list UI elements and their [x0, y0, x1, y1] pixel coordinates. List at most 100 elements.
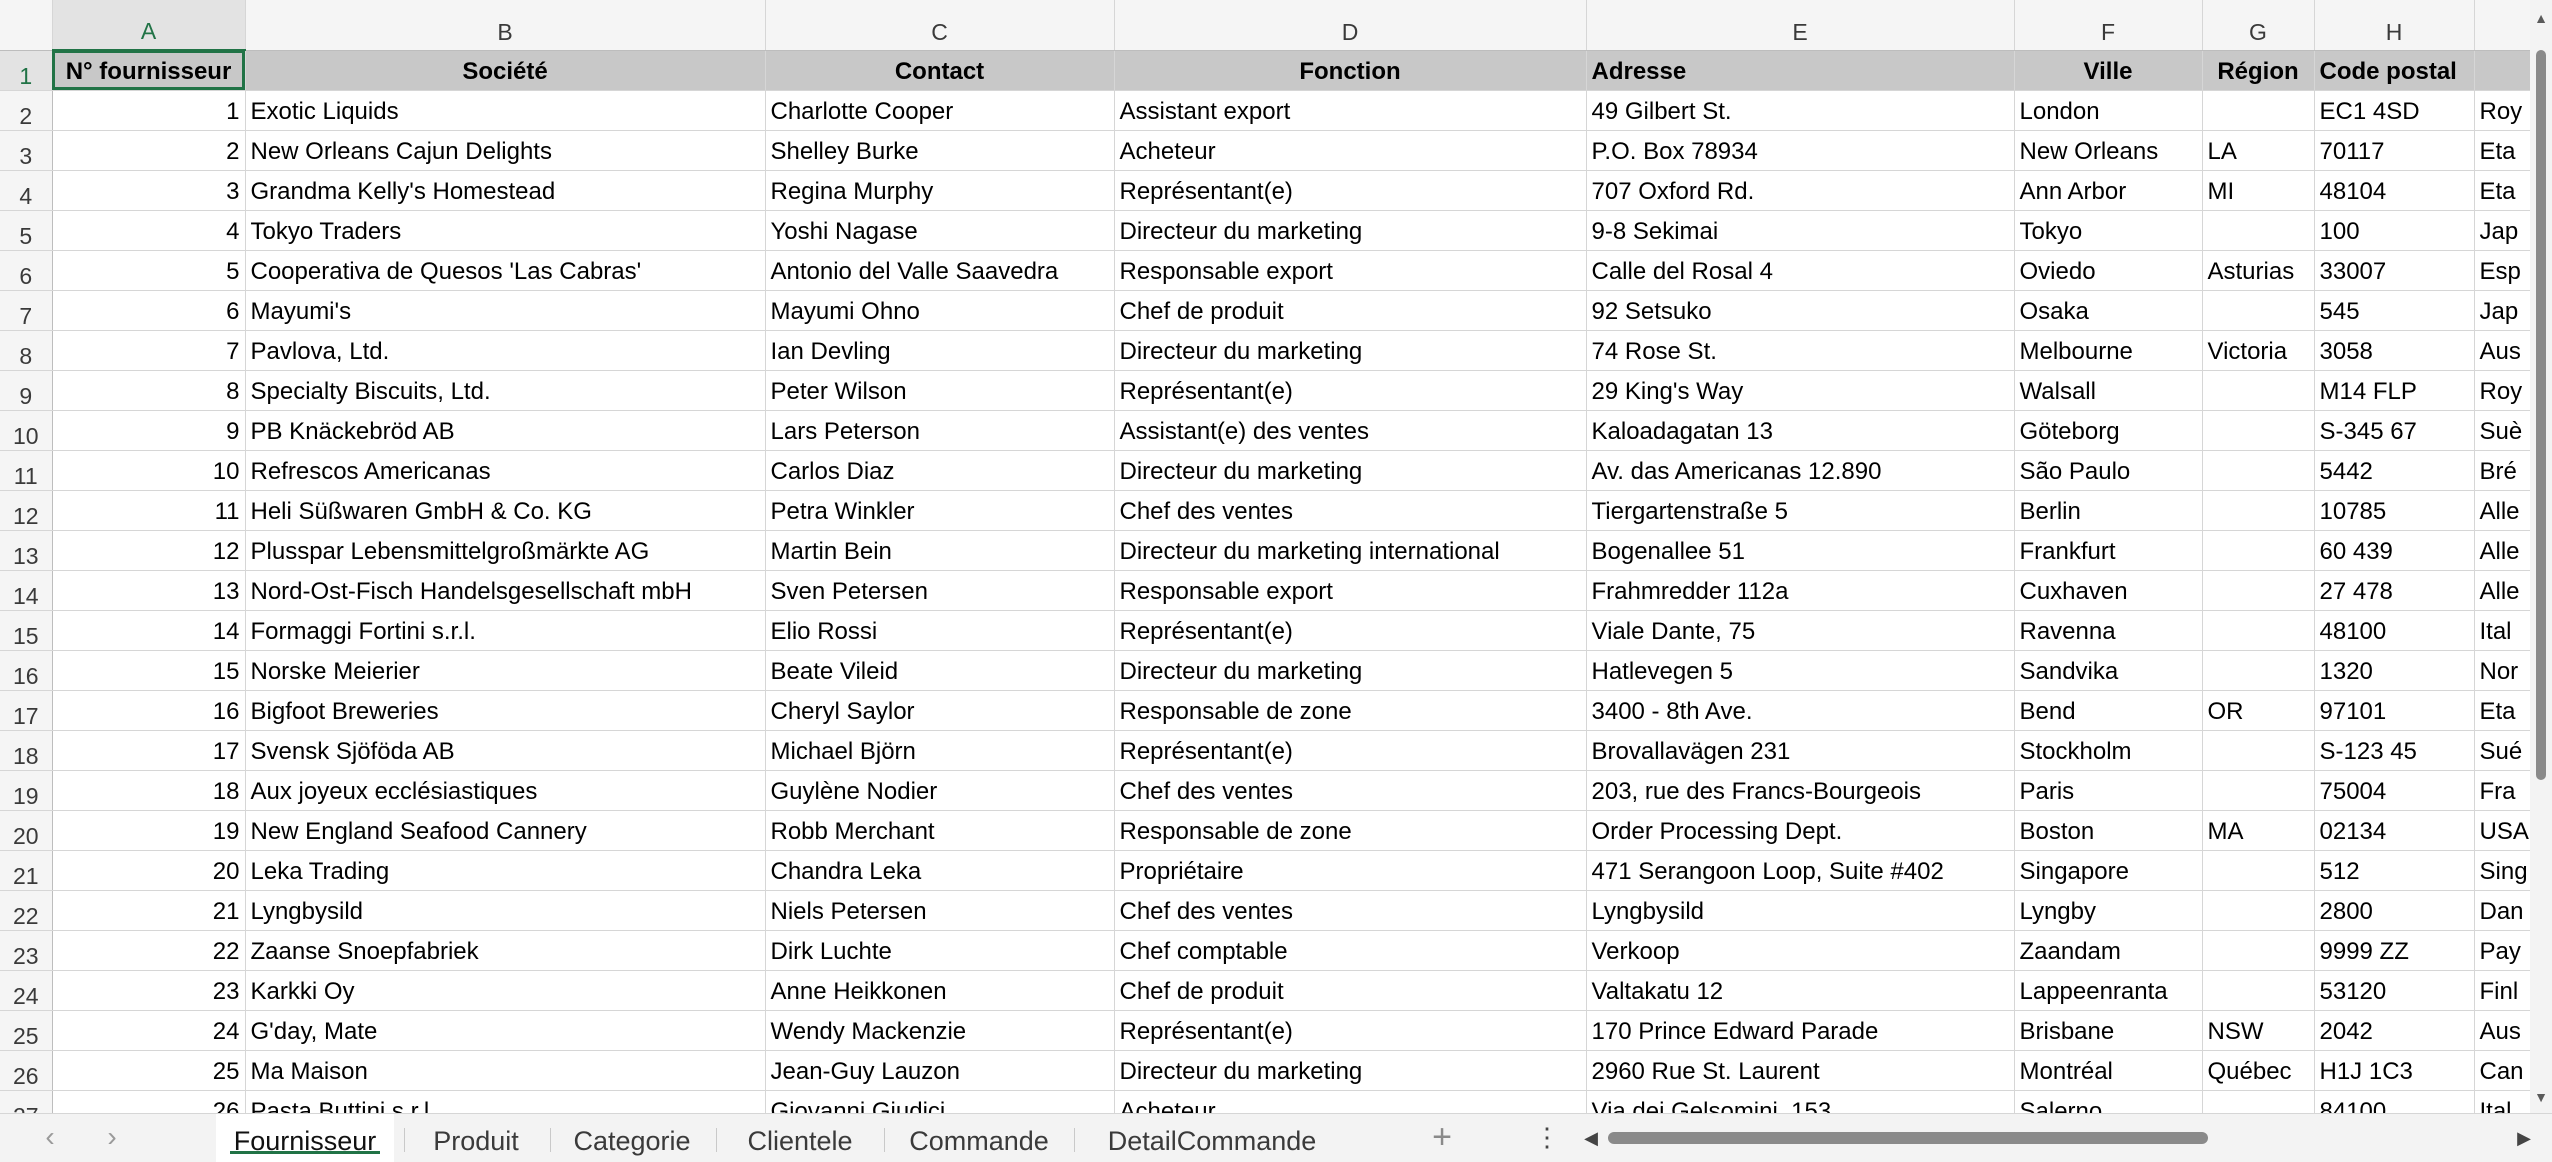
column-header-h[interactable]: H [2314, 0, 2475, 51]
cell[interactable]: Kaloadagatan 13 [1586, 410, 2015, 451]
cell[interactable]: 5442 [2314, 450, 2475, 491]
cell[interactable]: Propriétaire [1114, 850, 1587, 891]
vertical-scrollbar[interactable]: ▲ ▼ [2530, 0, 2552, 1113]
cell[interactable]: Heli Süßwaren GmbH & Co. KG [245, 490, 766, 531]
cell[interactable]: Niels Petersen [765, 890, 1115, 931]
cell[interactable] [2202, 450, 2315, 491]
cell[interactable]: Chef de produit [1114, 970, 1587, 1011]
cell[interactable]: H1J 1C3 [2314, 1050, 2475, 1091]
cell[interactable]: Aus [2474, 1010, 2530, 1051]
cell[interactable]: 74 Rose St. [1586, 330, 2015, 371]
tab-commande[interactable]: Commande [890, 1114, 1068, 1162]
cell[interactable]: 2800 [2314, 890, 2475, 931]
row-header[interactable]: 14 [0, 570, 53, 611]
cell[interactable]: 23 [52, 970, 246, 1011]
cell[interactable]: Mayumi Ohno [765, 290, 1115, 331]
cell[interactable] [2202, 530, 2315, 571]
cell[interactable]: Aus [2474, 330, 2530, 371]
cell[interactable]: Oviedo [2014, 250, 2203, 291]
cell[interactable] [2202, 650, 2315, 691]
cell[interactable]: Représentant(e) [1114, 170, 1587, 211]
cell[interactable]: Eta [2474, 170, 2530, 211]
cell[interactable]: 2 [52, 130, 246, 171]
column-header-d[interactable]: D [1114, 0, 1587, 51]
cell[interactable]: Lyngbysild [245, 890, 766, 931]
cell[interactable]: 21 [52, 890, 246, 931]
cell[interactable]: 49 Gilbert St. [1586, 90, 2015, 131]
cell[interactable]: Victoria [2202, 330, 2315, 371]
row-header[interactable]: 3 [0, 130, 53, 171]
cell[interactable]: Représentant(e) [1114, 730, 1587, 771]
cell[interactable]: 6 [52, 290, 246, 331]
vertical-scroll-thumb[interactable] [2536, 50, 2546, 780]
row-header[interactable]: 20 [0, 810, 53, 851]
next-sheet-icon[interactable]: › [92, 1120, 132, 1156]
cell[interactable]: 27 478 [2314, 570, 2475, 611]
cell[interactable]: Specialty Biscuits, Ltd. [245, 370, 766, 411]
cell[interactable]: Sandvika [2014, 650, 2203, 691]
cell[interactable]: São Paulo [2014, 450, 2203, 491]
cell[interactable]: PB Knäckebröd AB [245, 410, 766, 451]
cell[interactable]: Ma Maison [245, 1050, 766, 1091]
cell[interactable] [2202, 490, 2315, 531]
row-header[interactable]: 18 [0, 730, 53, 771]
cell[interactable]: Cheryl Saylor [765, 690, 1115, 731]
cell[interactable]: Québec [2202, 1050, 2315, 1091]
cell[interactable]: 18 [52, 770, 246, 811]
cell[interactable]: Représentant(e) [1114, 1010, 1587, 1051]
cell[interactable]: 3058 [2314, 330, 2475, 371]
cell[interactable]: Can [2474, 1050, 2530, 1091]
cell[interactable]: 1 [52, 90, 246, 131]
cell[interactable]: NSW [2202, 1010, 2315, 1051]
cell[interactable]: Grandma Kelly's Homestead [245, 170, 766, 211]
cell[interactable]: Berlin [2014, 490, 2203, 531]
cell[interactable]: Karkki Oy [245, 970, 766, 1011]
cell[interactable]: 20 [52, 850, 246, 891]
cell[interactable]: Paris [2014, 770, 2203, 811]
row-header[interactable]: 8 [0, 330, 53, 371]
cell[interactable] [2202, 930, 2315, 971]
cell[interactable]: Cooperativa de Quesos 'Las Cabras' [245, 250, 766, 291]
cell[interactable]: 19 [52, 810, 246, 851]
header-cell[interactable]: Fonction [1114, 50, 1587, 91]
cell[interactable]: 53120 [2314, 970, 2475, 1011]
row-header[interactable]: 11 [0, 450, 53, 491]
cell[interactable]: 14 [52, 610, 246, 651]
column-header-partial[interactable] [2474, 0, 2530, 51]
row-header[interactable]: 7 [0, 290, 53, 331]
cell[interactable]: Roy [2474, 90, 2530, 131]
cell[interactable]: 2960 Rue St. Laurent [1586, 1050, 2015, 1091]
cell[interactable]: 15 [52, 650, 246, 691]
cell[interactable]: Peter Wilson [765, 370, 1115, 411]
cell[interactable]: Plusspar Lebensmittelgroßmärkte AG [245, 530, 766, 571]
row-header[interactable]: 19 [0, 770, 53, 811]
tab-detailcommande[interactable]: DetailCommande [1080, 1114, 1344, 1162]
cell[interactable]: Exotic Liquids [245, 90, 766, 131]
cell[interactable]: Brisbane [2014, 1010, 2203, 1051]
cell[interactable]: 9999 ZZ [2314, 930, 2475, 971]
cell[interactable]: 7 [52, 330, 246, 371]
cell[interactable]: 92 Setsuko [1586, 290, 2015, 331]
cell[interactable]: 5 [52, 250, 246, 291]
cell[interactable]: 100 [2314, 210, 2475, 251]
cell[interactable]: 3400 - 8th Ave. [1586, 690, 2015, 731]
cell[interactable]: S-123 45 [2314, 730, 2475, 771]
cell[interactable]: 10785 [2314, 490, 2475, 531]
cell[interactable]: 13 [52, 570, 246, 611]
tab-fournisseur[interactable]: Fournisseur [216, 1114, 394, 1162]
row-header[interactable]: 6 [0, 250, 53, 291]
cell[interactable]: Chandra Leka [765, 850, 1115, 891]
cell[interactable] [2202, 970, 2315, 1011]
row-header[interactable]: 9 [0, 370, 53, 411]
cell[interactable]: Chef des ventes [1114, 770, 1587, 811]
cell[interactable]: Ann Arbor [2014, 170, 2203, 211]
cell[interactable]: Svensk Sjöföda AB [245, 730, 766, 771]
cell[interactable] [2202, 290, 2315, 331]
cell[interactable]: Bogenallee 51 [1586, 530, 2015, 571]
cell[interactable]: Zaanse Snoepfabriek [245, 930, 766, 971]
cell[interactable]: Giovanni Giudici [765, 1090, 1115, 1113]
cell[interactable]: 3 [52, 170, 246, 211]
cell[interactable] [2202, 1090, 2315, 1113]
cell[interactable]: Sué [2474, 730, 2530, 771]
cell[interactable]: 170 Prince Edward Parade [1586, 1010, 2015, 1051]
